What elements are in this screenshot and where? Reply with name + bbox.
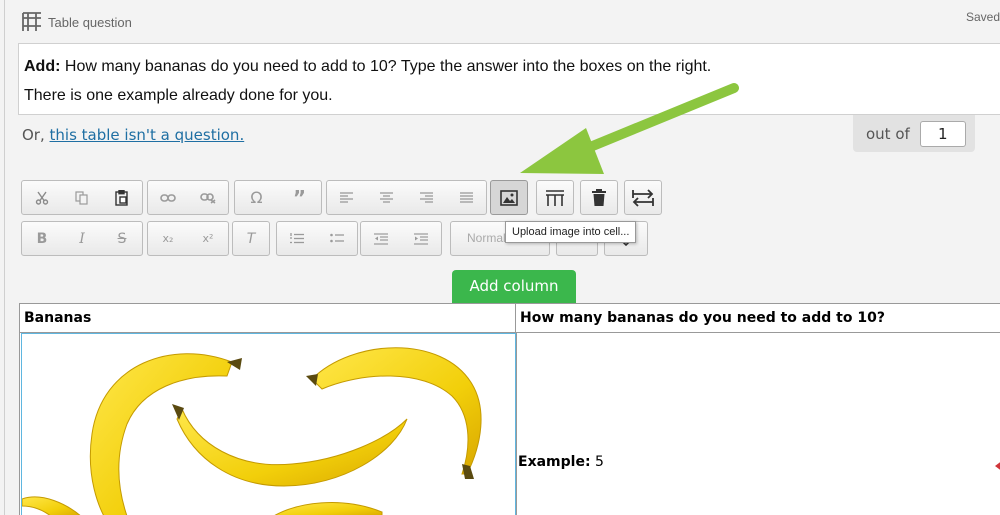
- link-group: [147, 180, 229, 215]
- script-group: x₂ x²: [147, 221, 229, 256]
- table-header-bananas[interactable]: Bananas: [20, 304, 516, 332]
- justify-icon: [459, 192, 473, 203]
- outdent-icon: [374, 232, 388, 245]
- question-text-editor[interactable]: Add: How many bananas do you need to add…: [18, 43, 1000, 115]
- clear-group: T: [232, 221, 270, 256]
- align-left-icon: [340, 192, 354, 203]
- subscript-icon: x₂: [162, 232, 174, 245]
- align-center-button[interactable]: [367, 181, 407, 214]
- strikethrough-icon: S: [117, 230, 127, 247]
- superscript-button[interactable]: x²: [188, 222, 228, 255]
- left-border: [4, 0, 5, 515]
- column-width-button[interactable]: [536, 180, 574, 215]
- table-grid-icon: [22, 12, 41, 31]
- special-char-button[interactable]: Ω: [235, 181, 278, 214]
- link-button[interactable]: [148, 181, 188, 214]
- not-question-link[interactable]: this table isn't a question.: [50, 126, 245, 144]
- question-line-1: Add: How many bananas do you need to add…: [24, 52, 1000, 81]
- link-icon: [160, 193, 176, 202]
- column-width-icon: [546, 189, 564, 206]
- marks-input[interactable]: 1: [919, 120, 966, 147]
- question-type-title: Table question: [48, 14, 132, 30]
- bananas-image: [22, 347, 482, 515]
- example-value: 5: [590, 454, 604, 470]
- align-right-icon: [419, 192, 433, 203]
- list-group: [276, 221, 358, 256]
- question-line-2: There is one example already done for yo…: [24, 87, 333, 104]
- example-answer: Example: 5: [518, 454, 604, 470]
- unlink-icon: [200, 192, 216, 204]
- column-divider: [516, 332, 517, 515]
- swap-columns-button[interactable]: [624, 180, 662, 215]
- strikethrough-button[interactable]: S: [102, 222, 142, 255]
- image-icon: [500, 189, 518, 206]
- align-group: [326, 180, 487, 215]
- add-column-button[interactable]: Add column: [452, 270, 576, 309]
- image-cell[interactable]: [21, 333, 516, 515]
- delete-column-button[interactable]: [580, 180, 618, 215]
- paste-icon: [115, 189, 128, 206]
- align-right-button[interactable]: [407, 181, 447, 214]
- align-left-button[interactable]: [327, 181, 367, 214]
- blockquote-button[interactable]: ”: [278, 181, 321, 214]
- justify-button[interactable]: [446, 181, 486, 214]
- upload-image-tooltip: Upload image into cell...: [505, 221, 637, 243]
- unlink-button[interactable]: [188, 181, 228, 214]
- out-of-label: out of: [866, 124, 910, 143]
- outdent-button[interactable]: [361, 222, 401, 255]
- superscript-icon: x²: [202, 232, 214, 245]
- copy-icon: [75, 190, 88, 205]
- paste-button[interactable]: [102, 181, 142, 214]
- clear-format-button[interactable]: T: [233, 222, 269, 255]
- indent-group: [360, 221, 442, 256]
- bold-icon: B: [36, 230, 48, 247]
- question-text: How many bananas do you need to add to 1…: [60, 58, 712, 75]
- table-header-question[interactable]: How many bananas do you need to add to 1…: [516, 304, 1000, 332]
- cut-button[interactable]: [22, 181, 62, 214]
- align-center-icon: [380, 192, 394, 203]
- basic-style-group: B I S: [21, 221, 143, 256]
- quote-icon: ”: [292, 185, 307, 210]
- numbered-list-icon: [290, 233, 304, 244]
- swap-icon: [632, 188, 654, 207]
- omega-icon: Ω: [250, 188, 263, 207]
- italic-icon: I: [79, 230, 85, 247]
- trash-icon: [592, 188, 606, 206]
- question-table: Bananas How many bananas do you need to …: [19, 303, 1000, 515]
- not-question-line: Or, this table isn't a question.: [22, 126, 244, 144]
- not-question-prefix: Or,: [22, 126, 50, 144]
- editor-page: Table question Saved Add: How many banan…: [0, 0, 1000, 515]
- marks-panel: out of 1: [853, 115, 975, 152]
- question-header: Table question: [22, 10, 132, 34]
- numbered-list-button[interactable]: [277, 222, 317, 255]
- bold-button[interactable]: B: [22, 222, 62, 255]
- clipboard-group: [21, 180, 143, 215]
- example-label: Example:: [518, 454, 591, 470]
- question-prefix: Add:: [24, 58, 61, 75]
- copy-button[interactable]: [62, 181, 102, 214]
- cut-icon: [35, 191, 49, 205]
- clear-format-icon: T: [246, 230, 256, 247]
- save-status: Saved: [965, 10, 1000, 24]
- subscript-button[interactable]: x₂: [148, 222, 188, 255]
- italic-button[interactable]: I: [62, 222, 102, 255]
- indent-button[interactable]: [401, 222, 441, 255]
- upload-image-button[interactable]: [490, 180, 528, 215]
- bullet-list-icon: [330, 233, 344, 243]
- indent-icon: [414, 232, 428, 245]
- insert-group: Ω ”: [234, 180, 322, 215]
- cell-marker-icon: [995, 460, 1000, 472]
- bullet-list-button[interactable]: [317, 222, 357, 255]
